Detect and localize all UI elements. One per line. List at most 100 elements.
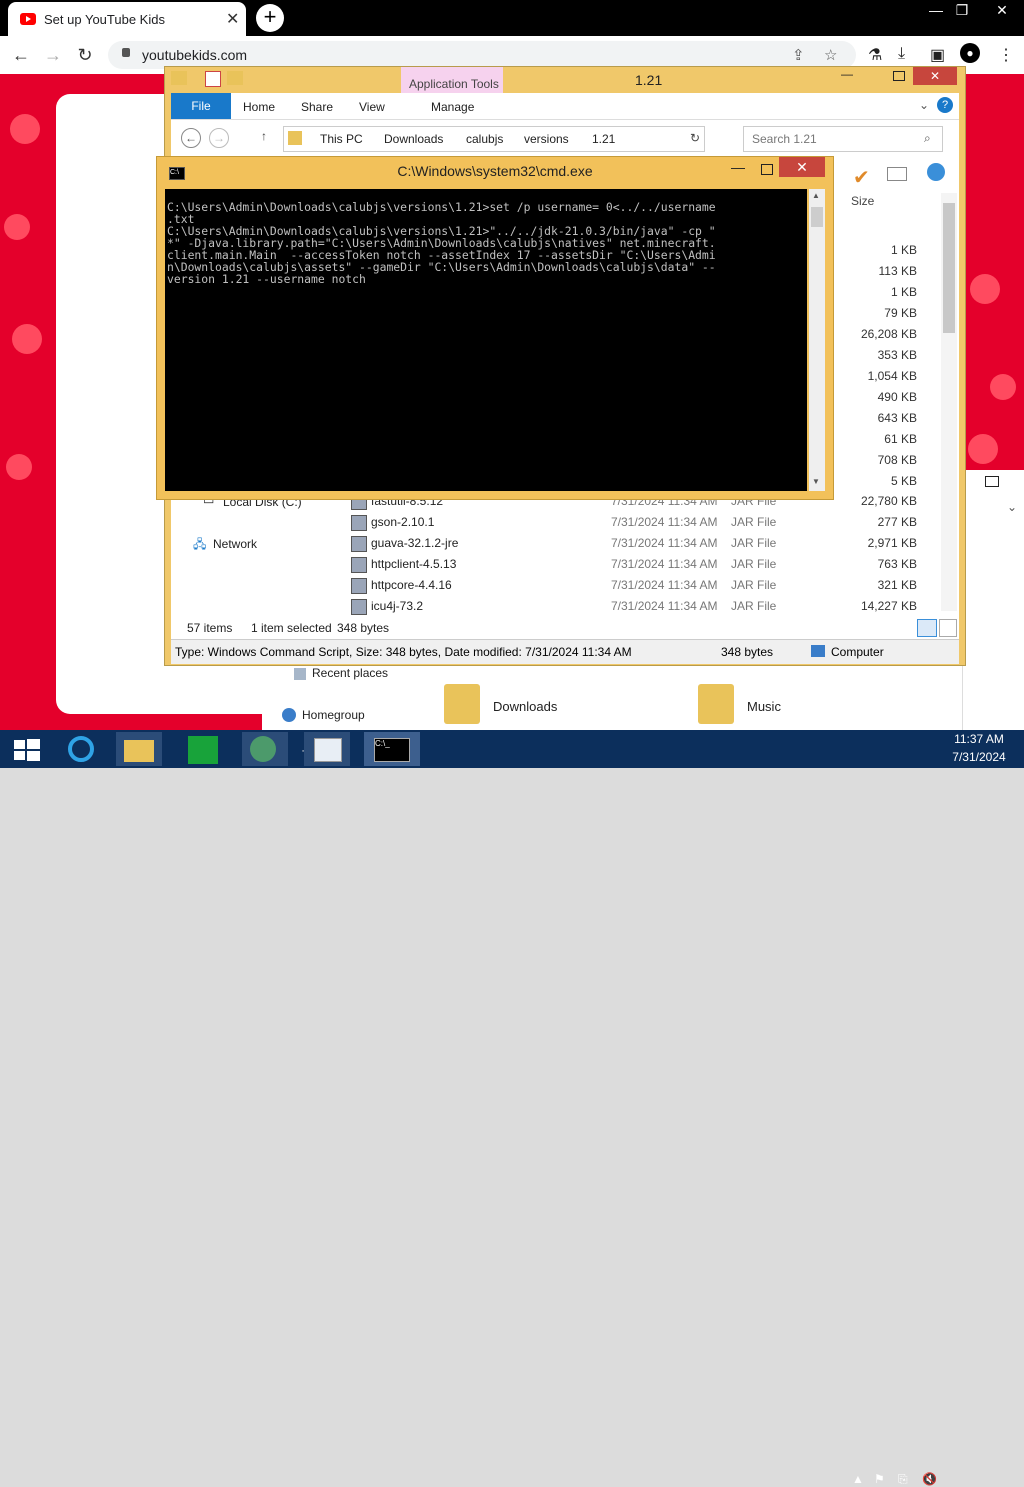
cmd-taskbar-icon[interactable]: C:\_ — [364, 732, 420, 766]
address-bar[interactable]: youtubekids.com ⇪ ☆ — [108, 41, 856, 69]
cmd-line: version 1.21 --username notch — [167, 272, 366, 286]
cmd-minimize-icon[interactable]: — — [731, 159, 745, 175]
bookmark-star-icon[interactable]: ☆ — [824, 46, 837, 64]
file-row[interactable]: icu4j-73.2 7/31/2024 11:34 AM JAR File 14,2… — [351, 596, 931, 617]
notepad-taskbar-icon[interactable] — [304, 732, 350, 766]
column-header-size[interactable]: Size — [851, 194, 874, 208]
action-center-flag-icon[interactable]: ⚑ — [874, 1472, 885, 1486]
breadcrumb-this-pc[interactable]: This PC — [320, 132, 363, 146]
breadcrumb-calubjs[interactable]: calubjs — [466, 132, 503, 146]
breadcrumb-versions[interactable]: versions — [524, 132, 569, 146]
browser-tab[interactable]: Set up YouTube Kids ✕ — [8, 2, 246, 36]
chrome-taskbar-icon[interactable]: Ti — [242, 732, 312, 766]
cmd-output: C:\Users\Admin\Downloads\calubjs\version… — [167, 201, 807, 285]
file-size: 763 KB — [877, 557, 917, 571]
maximize-icon[interactable]: ❐ — [946, 0, 978, 22]
network-tray-icon[interactable]: ⎘ — [898, 1472, 908, 1487]
download-icon[interactable]: ⤓ — [898, 45, 905, 63]
jar-file-icon — [351, 578, 367, 594]
file-name: icu4j-73.2 — [371, 599, 424, 613]
clock-time[interactable]: 11:37 AM — [944, 732, 1014, 746]
file-date: 7/31/2024 11:34 AM — [611, 578, 718, 592]
explorer-search-box[interactable]: Search 1.21 ⌕ — [743, 126, 943, 152]
details-view-icon[interactable] — [917, 619, 937, 637]
details-computer: Computer — [831, 645, 884, 659]
cmd-scroll-down-icon[interactable]: ▼ — [812, 477, 820, 486]
volume-muted-icon[interactable]: 🔇 — [922, 1472, 937, 1486]
file-type: JAR File — [731, 599, 777, 613]
explorer-scroll-thumb[interactable] — [943, 203, 955, 333]
new-tab-button[interactable]: + — [256, 4, 284, 32]
background-window-edge: ⌄ — [962, 470, 1024, 730]
profile-avatar-icon[interactable]: ● — [960, 43, 980, 63]
file-size: 14,227 KB — [860, 599, 917, 613]
file-row[interactable]: httpclient-4.5.13 7/31/2024 11:34 AM JAR F… — [351, 554, 931, 575]
tab-close-icon[interactable]: ✕ — [226, 9, 239, 29]
explorer-address-bar[interactable]: This PC Downloads calubjs versions 1.21 … — [283, 126, 705, 152]
browser-tab-bar: Set up YouTube Kids ✕ + — ❐ ✕ — [0, 0, 1024, 36]
explorer-scrollbar[interactable] — [941, 193, 957, 611]
properties-icon[interactable] — [205, 71, 221, 87]
file-size: 2,971 KB — [867, 536, 917, 550]
explorer-close-icon[interactable]: ✕ — [913, 67, 957, 85]
explorer-maximize-icon[interactable] — [893, 71, 905, 81]
cmd-scroll-up-icon[interactable]: ▲ — [812, 191, 820, 200]
start-windows-icon[interactable] — [4, 732, 50, 766]
nav-network[interactable]: Network — [213, 537, 257, 551]
breadcrumb-1-21[interactable]: 1.21 — [592, 132, 615, 146]
breadcrumb-downloads[interactable]: Downloads — [384, 132, 443, 146]
side-panel-icon[interactable]: ▣ — [930, 45, 945, 65]
explorer-back-icon[interactable]: ← — [181, 128, 201, 148]
cmd-scroll-thumb[interactable] — [811, 207, 823, 227]
refresh-icon[interactable]: ↻ — [690, 131, 700, 145]
forward-icon[interactable]: → — [42, 44, 64, 66]
file-type: JAR File — [731, 578, 777, 592]
cmd-close-icon[interactable]: ✕ — [779, 157, 825, 177]
recent-places-label[interactable]: Recent places — [312, 666, 388, 680]
clock-date[interactable]: 7/31/2024 — [944, 750, 1014, 764]
cmd-scrollbar[interactable]: ▲ ▼ — [809, 189, 825, 491]
tab-home[interactable]: Home — [243, 100, 275, 114]
ribbon-expand-icon[interactable]: ⌄ — [919, 98, 929, 112]
file-row[interactable]: httpcore-4.4.16 7/31/2024 11:34 AM JAR Fil… — [351, 575, 931, 596]
tab-file[interactable]: File — [171, 93, 231, 119]
explorer-minimize-icon[interactable]: — — [841, 67, 853, 81]
close-icon[interactable]: ✕ — [986, 0, 1018, 22]
background-explorer: Recent places Homegroup Downloads Music … — [262, 664, 1022, 769]
downloads-label[interactable]: Downloads — [493, 699, 557, 714]
up-icon[interactable]: ↑ — [261, 129, 267, 143]
more-menu-icon[interactable]: ⋮ — [998, 45, 1014, 65]
network-icon: 🖧 — [193, 537, 207, 551]
file-row[interactable]: guava-32.1.2-jre 7/31/2024 11:34 AM JAR Fi… — [351, 533, 931, 554]
internet-explorer-icon[interactable] — [60, 732, 106, 766]
share-icon[interactable]: ⇪ — [792, 46, 805, 64]
homegroup-label[interactable]: Homegroup — [302, 708, 365, 722]
file-row[interactable]: gson-2.10.1 7/31/2024 11:34 AM JAR File 277… — [351, 512, 931, 533]
lock-icon — [122, 48, 130, 57]
new-folder-icon[interactable] — [227, 71, 243, 85]
ribbon-tabs: File Home Share View Manage ⌄ ? — [171, 93, 959, 120]
store-icon[interactable] — [182, 732, 228, 766]
lab-flask-icon[interactable]: ⚗ — [868, 45, 882, 65]
checkmark-icon[interactable]: ✔ — [853, 165, 870, 190]
reload-icon[interactable]: ↻ — [74, 44, 96, 66]
large-icons-view-icon[interactable] — [939, 619, 957, 637]
search-icon: ⌕ — [924, 131, 931, 145]
explorer-forward-icon[interactable]: → — [209, 128, 229, 148]
cmd-console[interactable]: C:\Users\Admin\Downloads\calubjs\version… — [165, 189, 807, 491]
help-icon[interactable]: ? — [937, 97, 953, 113]
cmd-maximize-icon[interactable] — [761, 164, 773, 175]
back-icon[interactable]: ← — [10, 44, 32, 66]
tray-expand-icon[interactable]: ▲ — [852, 1472, 864, 1486]
file-explorer-taskbar-icon[interactable] — [116, 732, 162, 766]
file-name: httpcore-4.4.16 — [371, 578, 452, 592]
info-globe-icon[interactable] — [927, 163, 945, 181]
tab-manage[interactable]: Manage — [431, 100, 474, 114]
file-name: gson-2.10.1 — [371, 515, 435, 529]
file-size: 277 KB — [877, 515, 917, 529]
properties-pane-icon[interactable] — [887, 167, 907, 181]
music-label[interactable]: Music — [747, 699, 781, 714]
tab-view[interactable]: View — [359, 100, 385, 114]
file-size: 22,780 KB — [860, 494, 917, 508]
tab-share[interactable]: Share — [301, 100, 333, 114]
